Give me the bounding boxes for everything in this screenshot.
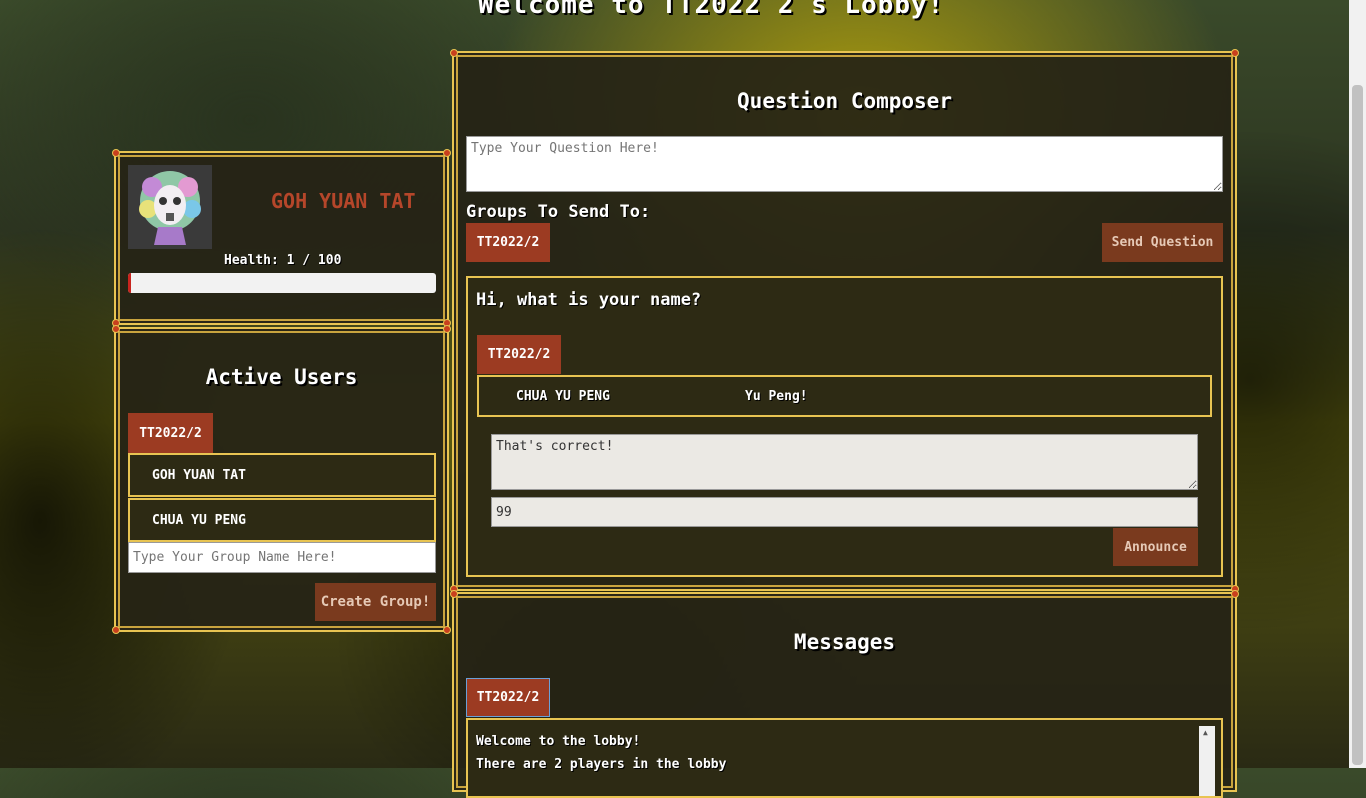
messages-tab-tt2022-2[interactable]: TT2022/2 — [466, 678, 550, 717]
message-log: Welcome to the lobby! There are 2 player… — [466, 718, 1223, 798]
scroll-up-icon[interactable]: ▲ — [1203, 728, 1208, 737]
question-composer-panel: Question Composer Groups To Send To: TT2… — [450, 49, 1239, 593]
group-chip-tt2022-2[interactable]: TT2022/2 — [466, 223, 550, 262]
message-scrollbar[interactable]: ▲ — [1199, 726, 1215, 796]
question-card: Hi, what is your name? TT2022/2 CHUA YU … — [466, 276, 1223, 577]
page-scrollbar[interactable] — [1349, 0, 1366, 768]
messages-title: Messages — [793, 630, 896, 654]
answer-row[interactable]: CHUA YU PENG Yu Peng! — [477, 375, 1212, 417]
active-users-title: Active Users — [205, 365, 358, 389]
points-input[interactable] — [491, 497, 1198, 527]
health-label: Health: 1 / 100 — [224, 253, 342, 268]
page-title: Welcome to TT2022 2 s Lobby! — [478, 0, 945, 20]
health-bar-fill — [128, 273, 132, 293]
skull-avatar-icon — [128, 165, 212, 249]
groups-label: Groups To Send To: — [466, 202, 651, 222]
feedback-input[interactable]: That's correct! — [491, 434, 1198, 490]
health-bar — [128, 273, 436, 293]
group-name-input[interactable] — [128, 542, 436, 573]
question-text: Hi, what is your name? — [476, 290, 702, 310]
send-question-button[interactable]: Send Question — [1102, 223, 1223, 262]
user-row-chua-yu-peng[interactable]: CHUA YU PENG — [128, 498, 436, 542]
create-group-button[interactable]: Create Group! — [315, 583, 436, 621]
message-line: Welcome to the lobby! — [476, 734, 641, 749]
active-users-panel: Active Users TT2022/2 GOH YUAN TAT CHUA … — [112, 325, 451, 634]
tab-group-tt2022-2[interactable]: TT2022/2 — [128, 413, 213, 453]
messages-panel: Messages TT2022/2 Welcome to the lobby! … — [450, 590, 1239, 798]
answer-response: Yu Peng! — [745, 389, 808, 404]
page-scrollbar-thumb[interactable] — [1352, 85, 1363, 765]
player-name: GOH YUAN TAT — [271, 189, 416, 213]
profile-panel: GOH YUAN TAT Health: 1 / 100 — [112, 149, 451, 327]
answer-player: CHUA YU PENG — [516, 389, 610, 404]
composer-title: Question Composer — [737, 89, 952, 113]
user-row-goh-yuan-tat[interactable]: GOH YUAN TAT — [128, 453, 436, 497]
question-tab-tt2022-2[interactable]: TT2022/2 — [477, 335, 561, 374]
announce-button[interactable]: Announce — [1113, 528, 1198, 566]
question-input[interactable] — [466, 136, 1223, 192]
message-line: There are 2 players in the lobby — [476, 757, 727, 772]
